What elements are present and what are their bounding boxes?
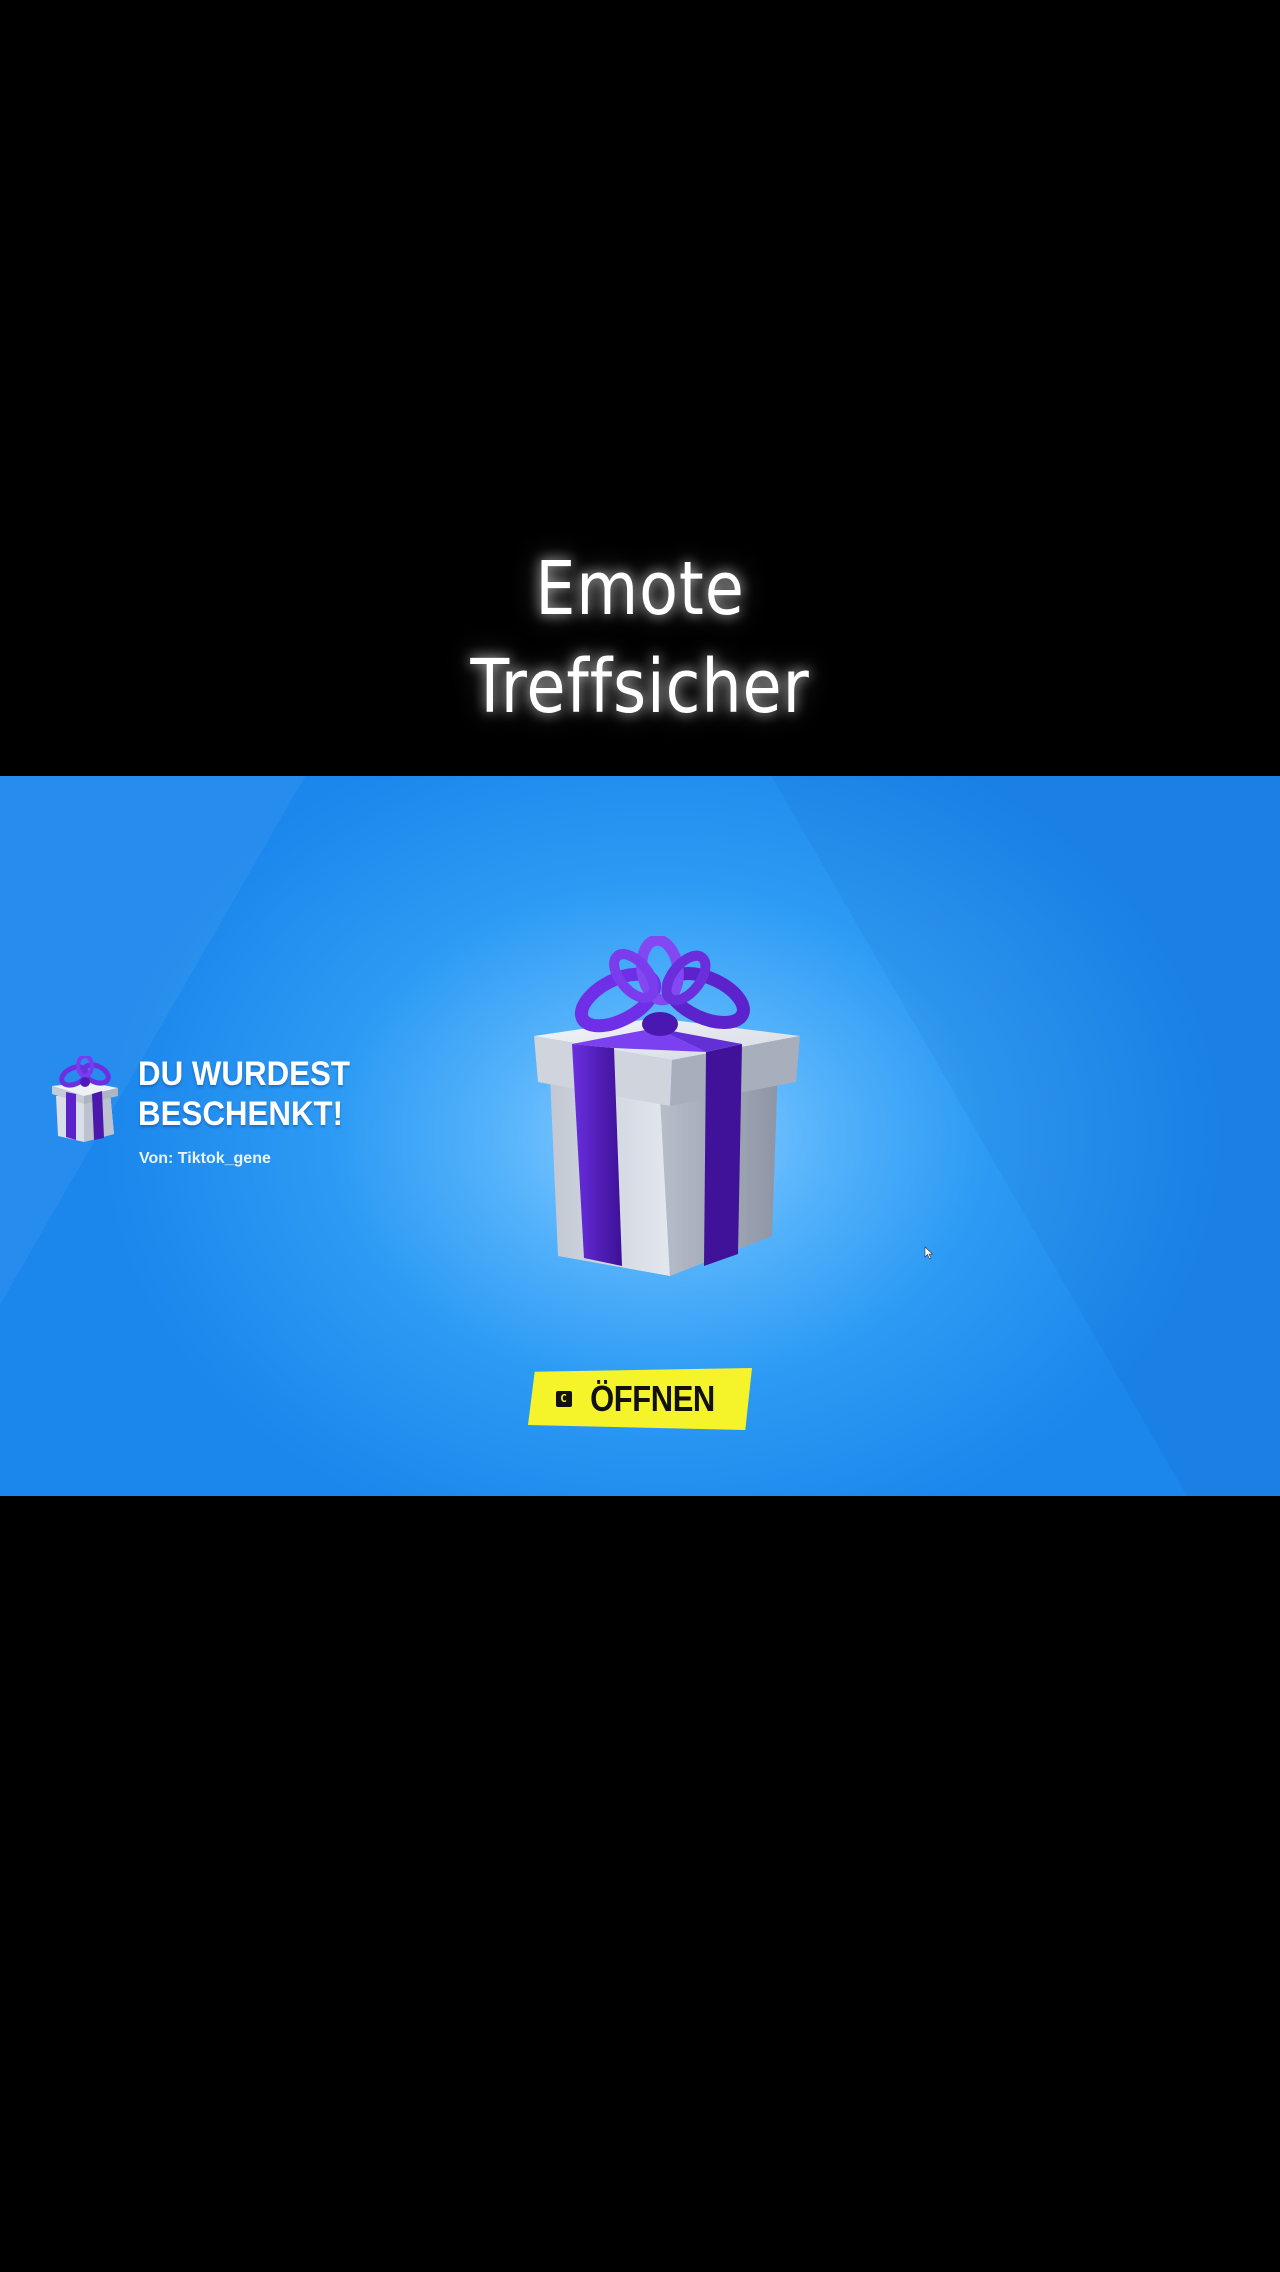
gift-notification-title: DU WURDEST BESCHENKT! [138,1055,351,1133]
gift-icon [52,1056,118,1142]
caption-line-1: Emote [535,546,745,632]
gift-screen: DU WURDEST BESCHENKT! Von: Tiktok_gene C… [0,776,1280,1496]
open-gift-button-label: ÖFFNEN [589,1378,715,1419]
open-gift-button[interactable]: C ÖFFNEN [528,1368,752,1430]
gift-notification: DU WURDEST BESCHENKT! Von: Tiktok_gene [48,1055,388,1176]
mouse-cursor-icon [924,1246,934,1260]
gift-sender: Von: Tiktok_gene [139,1150,271,1167]
keybind-hint: C [555,1391,572,1407]
gift-box-icon[interactable] [510,936,830,1276]
caption-line-2: Treffsicher [470,644,810,730]
overlay-caption: Emote Treffsicher [0,540,1280,736]
